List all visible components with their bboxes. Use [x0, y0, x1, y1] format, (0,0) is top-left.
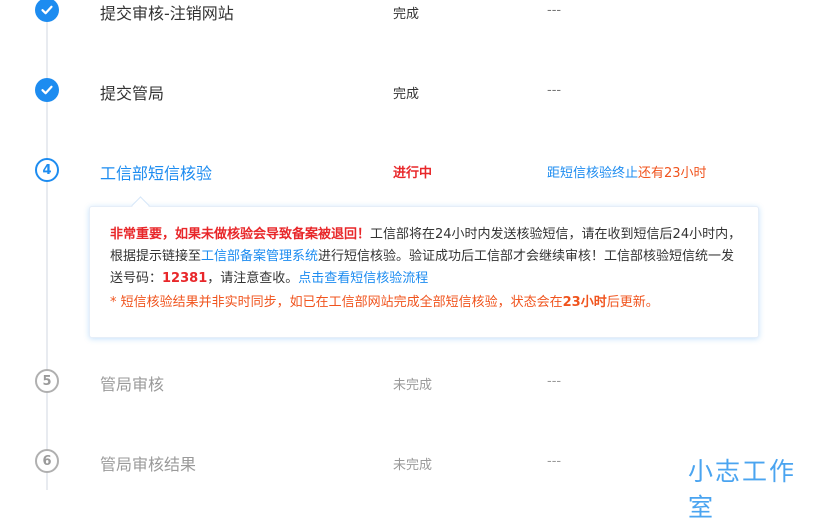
- view-sms-process-link[interactable]: 点击查看短信核验流程: [298, 271, 428, 286]
- important-warning: 非常重要，如果未做核验会导致备案被退回！: [110, 227, 371, 242]
- warning-suffix: 后更新。: [606, 295, 659, 310]
- step-status: 完成: [393, 7, 420, 22]
- step-note: ---: [547, 454, 562, 469]
- notice-text-3: ，请注意查收。: [207, 271, 299, 286]
- step-number: 4: [35, 158, 59, 182]
- step-bureau-review: 5 管局审核 未完成 ---: [0, 361, 815, 401]
- step-status: 未完成: [393, 458, 433, 473]
- sms-number: 12381: [162, 271, 208, 286]
- step-note: ---: [547, 3, 562, 18]
- miit-system-link[interactable]: 工信部备案管理系统: [201, 249, 318, 264]
- step-number: 5: [35, 369, 59, 393]
- countdown-label: 距短信核验终止: [547, 166, 639, 181]
- step-title: 工信部短信核验: [100, 164, 213, 183]
- warning-hours: 23小时: [562, 295, 607, 310]
- step-note: ---: [547, 374, 562, 389]
- countdown-note: 距短信核验终止还有23小时: [547, 162, 707, 181]
- check-circle-icon: [35, 0, 59, 22]
- step-title: 管局审核结果: [100, 455, 197, 474]
- warning-prefix: * 短信核验结果并非实时同步，如已在工信部网站完成全部短信核验，状态会在: [110, 295, 563, 310]
- step-title: 管局审核: [100, 375, 165, 394]
- sms-notice-card: 非常重要，如果未做核验会导致备案被退回！工信部将在24小时内发送核验短信，请在收…: [89, 206, 759, 338]
- step-title: 提交管局: [100, 84, 165, 103]
- step-submit-review: 提交审核-注销网站 完成 ---: [0, 0, 815, 32]
- step-status: 进行中: [393, 166, 433, 181]
- notice-text: 非常重要，如果未做核验会导致备案被退回！工信部将在24小时内发送核验短信，请在收…: [110, 224, 742, 313]
- step-sms-verification: 4 工信部短信核验 进行中 距短信核验终止还有23小时: [0, 152, 815, 192]
- countdown-remaining: 还有23小时: [638, 166, 707, 181]
- watermark: 小志工作室: [688, 457, 797, 522]
- sync-warning: * 短信核验结果并非实时同步，如已在工信部网站完成全部短信核验，状态会在23小时…: [110, 293, 742, 313]
- step-status: 未完成: [393, 378, 433, 393]
- step-status: 完成: [393, 87, 420, 102]
- check-circle-icon: [35, 78, 59, 102]
- step-title: 提交审核-注销网站: [100, 4, 234, 23]
- step-number: 6: [35, 449, 59, 473]
- step-submit-bureau: 提交管局 完成 ---: [0, 72, 815, 112]
- step-note: ---: [547, 83, 562, 98]
